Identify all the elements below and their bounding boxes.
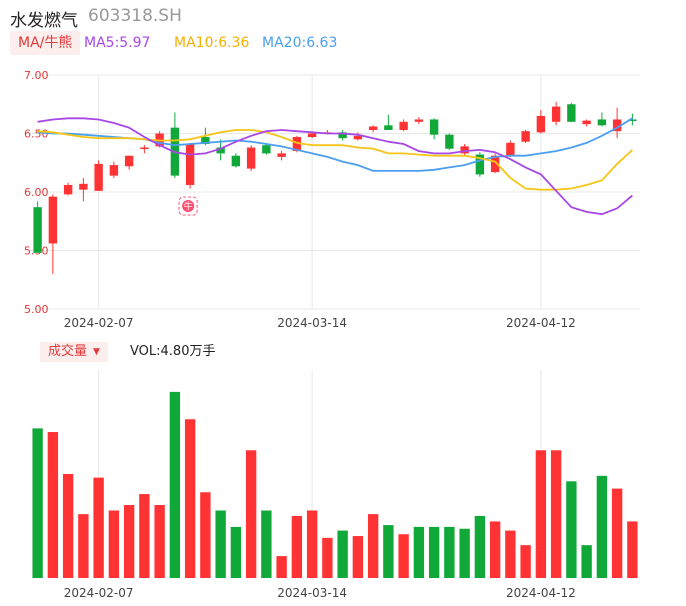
candle-body[interactable] <box>399 121 408 130</box>
volume-bar[interactable] <box>474 515 486 578</box>
volume-bar[interactable] <box>78 514 89 578</box>
candle-body[interactable] <box>368 126 378 130</box>
candle-body[interactable] <box>63 184 73 195</box>
volume-bar[interactable] <box>459 528 470 578</box>
candle-body[interactable] <box>521 131 530 142</box>
volume-bar[interactable] <box>306 510 318 578</box>
volume-bar[interactable] <box>337 530 348 578</box>
candle-body[interactable] <box>307 133 317 138</box>
volume-bar[interactable] <box>581 545 592 578</box>
volume-bar[interactable] <box>428 526 440 578</box>
candle-body[interactable] <box>94 163 103 191</box>
volume-bar[interactable] <box>93 477 104 578</box>
volume-bar[interactable] <box>489 521 501 578</box>
stock-chart[interactable]: 7.006.506.005.505.00牛2024-02-072024-03-1… <box>0 0 686 606</box>
candle-body[interactable] <box>185 144 195 185</box>
volume-bar[interactable] <box>245 450 257 578</box>
volume-bar[interactable] <box>505 530 516 578</box>
volume-bar[interactable] <box>398 534 409 578</box>
candle-body[interactable] <box>445 134 454 149</box>
volume-bar[interactable] <box>123 505 135 578</box>
candle-body[interactable] <box>414 119 424 122</box>
candle-body[interactable] <box>124 155 134 167</box>
candle-body[interactable] <box>551 106 561 122</box>
volume-bar[interactable] <box>352 536 364 578</box>
candle-body[interactable] <box>231 155 241 167</box>
y-tick-label: 6.00 <box>24 186 49 199</box>
candle-body[interactable] <box>79 183 88 190</box>
volume-bar[interactable] <box>139 494 150 578</box>
candle-body[interactable] <box>506 142 515 156</box>
volume-bar[interactable] <box>535 450 547 578</box>
y-tick-label: 7.00 <box>24 69 49 82</box>
x-tick-label: 2024-03-14 <box>277 316 347 330</box>
candle-body[interactable] <box>567 104 576 122</box>
volume-bar[interactable] <box>413 526 425 578</box>
volume-bar[interactable] <box>596 475 608 578</box>
volume-bar[interactable] <box>276 556 287 578</box>
candle-body[interactable] <box>33 207 42 253</box>
volume-bar[interactable] <box>154 505 165 578</box>
x-tick-label: 2024-02-07 <box>64 316 134 330</box>
candle-body[interactable] <box>384 125 393 130</box>
candle-body[interactable] <box>353 135 363 140</box>
candle-body[interactable] <box>536 115 546 133</box>
candle-body[interactable] <box>277 153 286 157</box>
volume-bar[interactable] <box>627 521 638 578</box>
volume-bar[interactable] <box>383 525 394 578</box>
x-tick-label: 2024-04-12 <box>506 586 576 600</box>
volume-bar[interactable] <box>520 545 531 578</box>
volume-bar[interactable] <box>611 488 623 578</box>
volume-bar[interactable] <box>444 526 455 578</box>
volume-bar[interactable] <box>291 515 303 578</box>
candle-body[interactable] <box>140 147 149 150</box>
candle-body[interactable] <box>262 145 271 154</box>
volume-bar[interactable] <box>322 537 333 578</box>
candle-body[interactable] <box>109 165 119 176</box>
x-tick-label: 2024-02-07 <box>64 586 134 600</box>
candle-body[interactable] <box>597 119 607 126</box>
candle-body[interactable] <box>48 196 58 244</box>
volume-bar[interactable] <box>215 510 226 578</box>
x-tick-label: 2024-04-12 <box>506 316 576 330</box>
candle-body[interactable] <box>582 120 591 125</box>
volume-bar[interactable] <box>169 391 181 578</box>
y-tick-label: 6.50 <box>24 128 49 141</box>
volume-bar[interactable] <box>261 510 272 578</box>
volume-bar[interactable] <box>62 474 74 578</box>
volume-bar[interactable] <box>367 514 379 578</box>
volume-bar[interactable] <box>108 510 120 578</box>
bull-badge-glyph: 牛 <box>184 201 193 213</box>
volume-bar[interactable] <box>230 526 242 578</box>
volume-bar[interactable] <box>47 432 59 578</box>
volume-bar[interactable] <box>184 419 196 578</box>
y-tick-label: 5.00 <box>24 303 49 316</box>
volume-bar[interactable] <box>550 450 562 578</box>
volume-bar[interactable] <box>566 481 577 578</box>
x-tick-label: 2024-03-14 <box>277 586 347 600</box>
volume-bar[interactable] <box>200 492 211 578</box>
candle-body[interactable] <box>246 147 256 169</box>
volume-bar[interactable] <box>32 428 43 578</box>
candle-body[interactable] <box>429 119 439 135</box>
